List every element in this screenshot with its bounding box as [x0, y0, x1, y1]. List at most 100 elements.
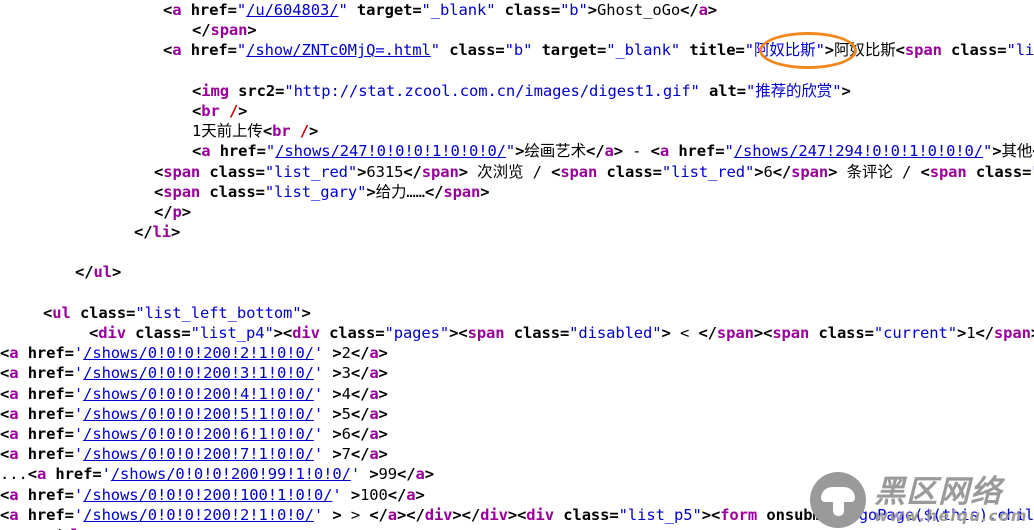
code-line: <a href="/u/604803/" target="_blank" cla… — [0, 0, 1034, 20]
code-token: </ — [43, 526, 62, 530]
code-token: 阿奴比斯 — [753, 41, 816, 60]
code-token: " — [745, 162, 755, 181]
source-link[interactable]: /shows/0!0!0!200!2!1!0!0/ — [83, 506, 314, 524]
code-token: div — [292, 324, 320, 342]
code-token: = — [412, 1, 422, 19]
code-token: " — [724, 142, 734, 161]
code-line: 1天前上传<br /> — [0, 121, 1034, 141]
code-token: </ — [154, 202, 173, 221]
code-token: ul — [93, 263, 112, 282]
code-token: " — [849, 505, 859, 524]
code-token: < — [0, 505, 10, 524]
code-token: = — [1022, 162, 1032, 181]
code-token: ' — [313, 404, 324, 423]
code-token: p — [172, 202, 182, 221]
code-token: > — [378, 384, 388, 403]
code-token: < — [192, 81, 202, 100]
code-token: </ — [397, 465, 416, 484]
code-token: = — [715, 142, 725, 161]
code-token: span — [443, 182, 481, 201]
code-token: </ — [369, 505, 388, 524]
code-token: </ — [680, 1, 699, 19]
source-link[interactable]: /shows/247!0!0!0!1!0!0!0/ — [275, 142, 506, 160]
source-link[interactable]: /shows/247!294!0!0!1!0!0!0/ — [734, 142, 983, 160]
code-token: = — [495, 41, 505, 60]
code-token: " — [236, 1, 247, 19]
source-link[interactable]: /shows/0!0!0!200!7!1!0!0/ — [83, 445, 314, 463]
code-token: / — [299, 122, 310, 141]
html-source-code-view[interactable]: <a href="/u/604803/" target="_blank" cla… — [0, 0, 1034, 530]
code-token: href — [27, 485, 65, 504]
source-link[interactable]: /u/604803/ — [246, 1, 338, 19]
code-token: </ — [585, 142, 605, 161]
code-token: href — [678, 142, 716, 161]
code-token: > — [369, 465, 379, 484]
code-token: 6315 — [366, 162, 404, 181]
code-line: <a href='/shows/0!0!0!200!6!1!0!0/' >6</… — [0, 424, 1034, 444]
code-token: ' — [313, 364, 324, 383]
code-token: < — [154, 182, 164, 201]
code-token: = — [64, 424, 74, 443]
code-token: 99 — [378, 465, 398, 484]
source-link[interactable]: /shows/0!0!0!200!99!1!0!0/ — [111, 465, 351, 483]
source-link[interactable]: /shows/0!0!0!200!4!1!0!0/ — [83, 385, 314, 403]
code-token: b — [569, 1, 579, 19]
code-token: href — [219, 142, 257, 161]
code-token: ' — [73, 424, 84, 443]
code-line: <a href='/shows/0!0!0!200!100!1!0!0/' >1… — [0, 485, 1034, 505]
code-token: < — [154, 162, 164, 181]
code-token: > — [587, 1, 597, 19]
code-token: </ — [350, 364, 370, 383]
code-token: 绘画艺术 — [524, 142, 586, 161]
code-token: </ — [975, 324, 994, 342]
code-token: 条评论 / — [837, 162, 921, 181]
code-token: span — [716, 324, 754, 342]
code-token: ' — [313, 505, 324, 524]
code-token: disabled — [578, 324, 653, 342]
code-line: </ul> — [0, 262, 1034, 282]
source-link[interactable]: /shows/0!0!0!200!5!1!0!0/ — [83, 405, 314, 423]
code-token: Ghost_oGo — [597, 1, 681, 19]
source-link[interactable]: /shows/0!0!0!200!6!1!0!0/ — [83, 425, 314, 443]
code-token: span — [163, 162, 201, 181]
code-token: </ — [192, 21, 211, 40]
code-token: < — [0, 445, 10, 464]
code-token: > — [332, 424, 342, 443]
code-token: class — [975, 162, 1023, 181]
code-token: > — [181, 202, 191, 221]
code-token: goPage($(this).children(':input') — [858, 505, 1034, 524]
code-token: onsubmit — [766, 505, 841, 524]
code-token: > — [701, 505, 711, 524]
code-token: > — [824, 41, 835, 60]
code-token: class — [135, 324, 182, 342]
code-token: class — [818, 324, 865, 342]
code-token: = — [64, 404, 74, 423]
code-token: " — [338, 1, 348, 19]
code-token: = — [64, 485, 74, 504]
code-token: ' — [332, 485, 342, 504]
source-link[interactable]: /shows/0!0!0!200!2!1!0!0/ — [83, 344, 314, 362]
code-token: </ — [698, 324, 717, 342]
code-token: a — [369, 384, 379, 403]
source-link[interactable]: /shows/0!0!0!200!100!1!0!0/ — [83, 486, 332, 504]
code-token: href — [27, 344, 65, 363]
code-token: div — [98, 324, 126, 342]
code-token: > — [707, 1, 718, 19]
code-token: " — [505, 142, 516, 161]
code-token: ' — [313, 424, 324, 443]
source-link[interactable]: /shows/0!0!0!200!3!1!0!0/ — [83, 364, 314, 382]
source-link[interactable]: /show/ZNTc0MjQ=.html — [246, 41, 431, 59]
code-token: ' — [73, 384, 84, 403]
code-token: > — [238, 101, 248, 120]
code-line: <a href='/shows/0!0!0!200!2!1!0!0/' >2</… — [0, 343, 1034, 363]
